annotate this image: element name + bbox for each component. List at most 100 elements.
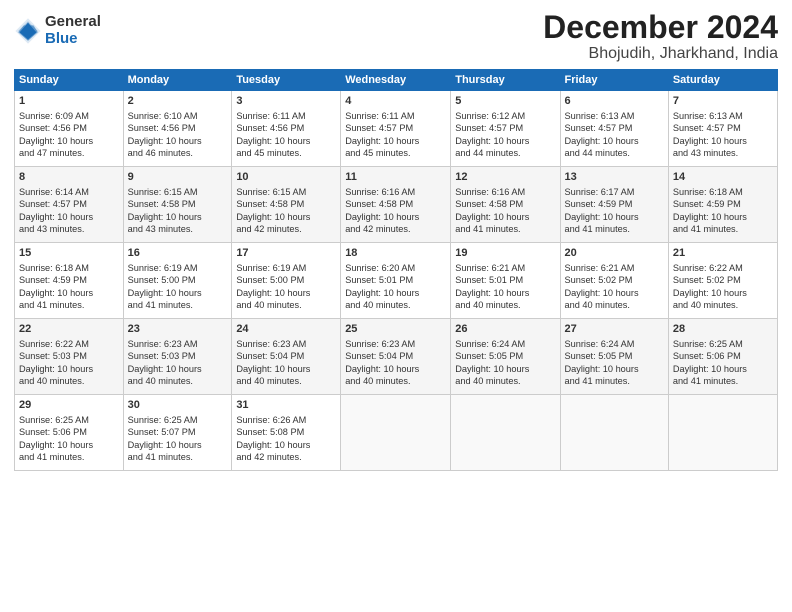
weekday-header-row: SundayMondayTuesdayWednesdayThursdayFrid…: [15, 70, 778, 91]
day-info-line: Sunrise: 6:22 AM: [673, 262, 773, 274]
day-info-line: Sunrise: 6:13 AM: [565, 110, 664, 122]
day-info-line: Daylight: 10 hours: [673, 287, 773, 299]
day-info-line: Daylight: 10 hours: [345, 135, 446, 147]
day-info-line: Sunset: 5:03 PM: [19, 350, 119, 362]
day-info-line: Sunrise: 6:19 AM: [128, 262, 228, 274]
day-info-line: Sunrise: 6:23 AM: [128, 338, 228, 350]
day-info-line: Sunset: 5:05 PM: [455, 350, 555, 362]
day-number: 5: [455, 94, 555, 109]
day-info-line: Daylight: 10 hours: [673, 211, 773, 223]
day-info-line: Sunrise: 6:15 AM: [236, 186, 336, 198]
day-info-line: Sunset: 4:56 PM: [236, 122, 336, 134]
calendar-cell: 18Sunrise: 6:20 AMSunset: 5:01 PMDayligh…: [341, 243, 451, 319]
day-info-line: and 46 minutes.: [128, 147, 228, 159]
day-info-line: Sunset: 5:02 PM: [673, 274, 773, 286]
day-info-line: and 41 minutes.: [565, 375, 664, 387]
day-info-line: Daylight: 10 hours: [236, 211, 336, 223]
day-info-line: Sunset: 4:58 PM: [128, 198, 228, 210]
day-info-line: Daylight: 10 hours: [128, 439, 228, 451]
calendar-cell: 9Sunrise: 6:15 AMSunset: 4:58 PMDaylight…: [123, 167, 232, 243]
logo-icon: [14, 17, 42, 45]
day-number: 27: [565, 322, 664, 337]
day-info-line: Daylight: 10 hours: [673, 135, 773, 147]
day-info-line: Sunset: 4:57 PM: [673, 122, 773, 134]
day-info-line: Daylight: 10 hours: [345, 211, 446, 223]
day-number: 15: [19, 246, 119, 261]
day-info-line: Daylight: 10 hours: [345, 363, 446, 375]
logo: General Blue: [14, 14, 101, 47]
day-info-line: Sunrise: 6:21 AM: [565, 262, 664, 274]
day-info-line: Sunset: 5:00 PM: [236, 274, 336, 286]
day-info-line: Sunrise: 6:23 AM: [236, 338, 336, 350]
day-info-line: and 41 minutes.: [19, 451, 119, 463]
day-info-line: Sunrise: 6:14 AM: [19, 186, 119, 198]
day-info-line: and 41 minutes.: [673, 375, 773, 387]
day-info-line: Daylight: 10 hours: [565, 287, 664, 299]
weekday-header-friday: Friday: [560, 70, 668, 91]
calendar-cell: 23Sunrise: 6:23 AMSunset: 5:03 PMDayligh…: [123, 319, 232, 395]
day-info-line: Sunset: 4:58 PM: [455, 198, 555, 210]
day-info-line: Daylight: 10 hours: [236, 439, 336, 451]
day-info-line: Daylight: 10 hours: [455, 363, 555, 375]
calendar-cell: [560, 395, 668, 471]
day-info-line: Daylight: 10 hours: [19, 363, 119, 375]
day-info-line: Sunrise: 6:18 AM: [673, 186, 773, 198]
day-number: 11: [345, 170, 446, 185]
day-info-line: Sunrise: 6:20 AM: [345, 262, 446, 274]
day-info-line: Sunrise: 6:10 AM: [128, 110, 228, 122]
day-number: 10: [236, 170, 336, 185]
page-container: General Blue December 2024 Bhojudih, Jha…: [0, 0, 792, 481]
day-info-line: and 41 minutes.: [128, 451, 228, 463]
day-info-line: Sunset: 5:05 PM: [565, 350, 664, 362]
day-number: 2: [128, 94, 228, 109]
day-number: 3: [236, 94, 336, 109]
day-number: 7: [673, 94, 773, 109]
day-info-line: Sunset: 5:06 PM: [19, 426, 119, 438]
day-info-line: Daylight: 10 hours: [345, 287, 446, 299]
day-info-line: and 40 minutes.: [19, 375, 119, 387]
week-row-1: 1Sunrise: 6:09 AMSunset: 4:56 PMDaylight…: [15, 91, 778, 167]
location-title: Bhojudih, Jharkhand, India: [543, 45, 778, 63]
day-number: 8: [19, 170, 119, 185]
day-info-line: and 42 minutes.: [236, 451, 336, 463]
day-number: 28: [673, 322, 773, 337]
day-info-line: Daylight: 10 hours: [19, 211, 119, 223]
calendar-cell: [668, 395, 777, 471]
day-number: 9: [128, 170, 228, 185]
day-info-line: and 45 minutes.: [345, 147, 446, 159]
day-info-line: Daylight: 10 hours: [128, 287, 228, 299]
day-info-line: Sunset: 4:58 PM: [345, 198, 446, 210]
calendar-cell: 13Sunrise: 6:17 AMSunset: 4:59 PMDayligh…: [560, 167, 668, 243]
day-info-line: Sunrise: 6:18 AM: [19, 262, 119, 274]
day-info-line: and 41 minutes.: [565, 223, 664, 235]
day-info-line: Sunset: 4:58 PM: [236, 198, 336, 210]
calendar-cell: 31Sunrise: 6:26 AMSunset: 5:08 PMDayligh…: [232, 395, 341, 471]
day-info-line: Sunrise: 6:09 AM: [19, 110, 119, 122]
day-info-line: Sunset: 5:07 PM: [128, 426, 228, 438]
day-info-line: Sunrise: 6:11 AM: [345, 110, 446, 122]
day-info-line: Sunrise: 6:24 AM: [565, 338, 664, 350]
day-info-line: and 43 minutes.: [673, 147, 773, 159]
day-info-line: Sunset: 5:06 PM: [673, 350, 773, 362]
calendar-cell: 1Sunrise: 6:09 AMSunset: 4:56 PMDaylight…: [15, 91, 124, 167]
day-number: 12: [455, 170, 555, 185]
day-info-line: and 40 minutes.: [455, 299, 555, 311]
day-info-line: and 41 minutes.: [19, 299, 119, 311]
day-info-line: and 40 minutes.: [673, 299, 773, 311]
day-info-line: Sunrise: 6:23 AM: [345, 338, 446, 350]
day-info-line: Daylight: 10 hours: [455, 135, 555, 147]
month-title: December 2024: [543, 10, 778, 45]
calendar-table: SundayMondayTuesdayWednesdayThursdayFrid…: [14, 69, 778, 471]
day-info-line: Sunset: 5:00 PM: [128, 274, 228, 286]
logo-text: General Blue: [45, 14, 101, 47]
day-info-line: and 44 minutes.: [565, 147, 664, 159]
day-number: 31: [236, 398, 336, 413]
weekday-header-tuesday: Tuesday: [232, 70, 341, 91]
header: General Blue December 2024 Bhojudih, Jha…: [14, 10, 778, 63]
day-info-line: Sunrise: 6:16 AM: [455, 186, 555, 198]
day-info-line: Daylight: 10 hours: [128, 211, 228, 223]
day-info-line: Sunset: 4:57 PM: [565, 122, 664, 134]
calendar-cell: [341, 395, 451, 471]
day-number: 13: [565, 170, 664, 185]
calendar-cell: 3Sunrise: 6:11 AMSunset: 4:56 PMDaylight…: [232, 91, 341, 167]
